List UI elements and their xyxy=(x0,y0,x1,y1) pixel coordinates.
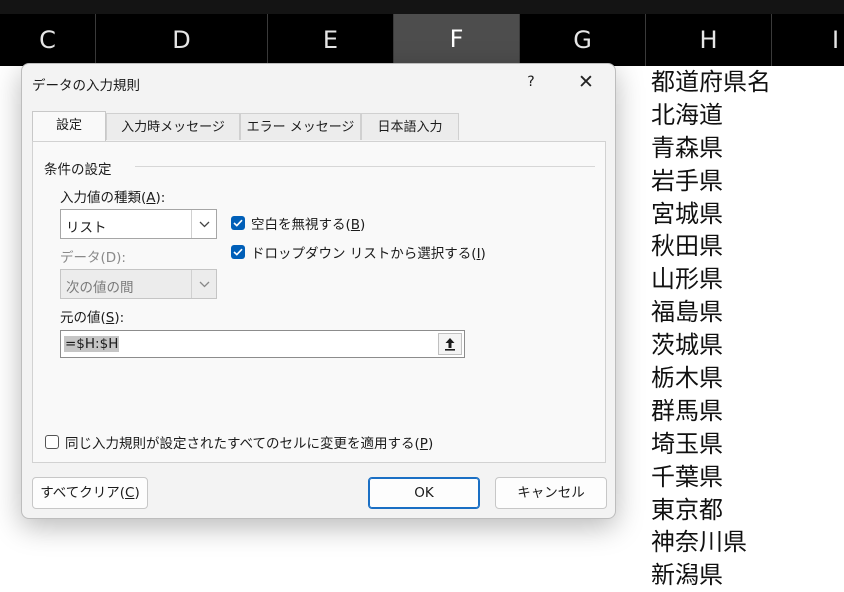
cell[interactable]: 秋田県 xyxy=(650,230,844,263)
in-cell-dropdown-checkbox[interactable]: ドロップダウン リストから選択する(I) xyxy=(231,242,486,262)
source-input[interactable]: =$H:$H xyxy=(60,330,465,358)
cell[interactable]: 都道府県名 xyxy=(650,66,844,99)
source-input-value: =$H:$H xyxy=(64,336,120,352)
data-select-value: 次の値の間 xyxy=(66,280,134,296)
ok-button[interactable]: OK xyxy=(368,477,480,509)
allow-select[interactable]: リスト xyxy=(60,209,217,239)
cell[interactable]: 福島県 xyxy=(650,296,844,329)
cell[interactable]: 宮城県 xyxy=(650,198,844,231)
in-cell-dropdown-label: ドロップダウン リストから選択する(I) xyxy=(251,246,486,262)
column-header-i[interactable]: I xyxy=(772,14,844,66)
cell[interactable]: 新潟県 xyxy=(650,559,844,592)
column-header-g[interactable]: G xyxy=(520,14,646,66)
allow-label: 入力値の種類(A): xyxy=(60,190,166,206)
cancel-button[interactable]: キャンセル xyxy=(495,477,607,509)
column-header-e[interactable]: E xyxy=(268,14,394,66)
cell[interactable]: 千葉県 xyxy=(650,461,844,494)
column-header-row: C D E F G H I xyxy=(0,14,844,66)
column-h-cells: 都道府県名 北海道 青森県 岩手県 宮城県 秋田県 山形県 福島県 茨城県 栃木… xyxy=(650,66,844,592)
tab-error-alert[interactable]: エラー メッセージ xyxy=(240,113,361,140)
cell[interactable]: 埼玉県 xyxy=(650,428,844,461)
tab-settings[interactable]: 設定 xyxy=(32,111,106,141)
ignore-blank-checkbox[interactable]: 空白を無視する(B) xyxy=(231,213,365,233)
data-validation-dialog: データの入力規則 ? ✕ 設定 入力時メッセージ エラー メッセージ 日本語入力… xyxy=(21,63,616,519)
cell[interactable]: 東京都 xyxy=(650,494,844,527)
cell[interactable]: 栃木県 xyxy=(650,362,844,395)
cell[interactable]: 北海道 xyxy=(650,99,844,132)
cell[interactable]: 群馬県 xyxy=(650,395,844,428)
apply-all-label: 同じ入力規則が設定されたすべてのセルに変更を適用する(P) xyxy=(65,436,434,452)
range-select-icon[interactable] xyxy=(438,333,462,355)
cell[interactable]: 岩手県 xyxy=(650,165,844,198)
cell[interactable]: 山形県 xyxy=(650,263,844,296)
checkbox-unchecked-icon[interactable] xyxy=(45,435,59,449)
tab-ime-mode[interactable]: 日本語入力 xyxy=(361,113,459,140)
checkbox-checked-icon[interactable] xyxy=(231,245,245,259)
chevron-down-icon[interactable] xyxy=(191,210,216,238)
group-title: 条件の設定 xyxy=(44,162,112,178)
close-button[interactable]: ✕ xyxy=(572,68,600,96)
source-label: 元の値(S): xyxy=(60,310,125,326)
column-header-c[interactable]: C xyxy=(0,14,96,66)
allow-select-value: リスト xyxy=(66,220,107,236)
tab-input-message[interactable]: 入力時メッセージ xyxy=(106,113,240,140)
title-bar-strip xyxy=(0,0,844,14)
settings-panel: 条件の設定 入力値の種類(A): リスト 空白を無視する(B) ドロップダウン … xyxy=(32,141,606,463)
cell[interactable]: 神奈川県 xyxy=(650,526,844,559)
chevron-down-icon xyxy=(191,270,216,298)
help-button[interactable]: ? xyxy=(519,70,543,94)
dialog-title: データの入力規則 xyxy=(32,78,140,94)
apply-all-checkbox[interactable]: 同じ入力規則が設定されたすべてのセルに変更を適用する(P) xyxy=(45,432,433,452)
cell[interactable]: 青森県 xyxy=(650,132,844,165)
column-header-d[interactable]: D xyxy=(96,14,268,66)
clear-all-button[interactable]: すべてクリア(C) xyxy=(32,477,148,509)
ignore-blank-label: 空白を無視する(B) xyxy=(251,217,366,233)
cell[interactable]: 茨城県 xyxy=(650,329,844,362)
checkbox-checked-icon[interactable] xyxy=(231,216,245,230)
group-divider xyxy=(135,166,595,167)
column-header-h[interactable]: H xyxy=(646,14,772,66)
data-select: 次の値の間 xyxy=(60,269,217,299)
column-header-f[interactable]: F xyxy=(394,14,520,66)
data-label: データ(D): xyxy=(60,250,126,266)
